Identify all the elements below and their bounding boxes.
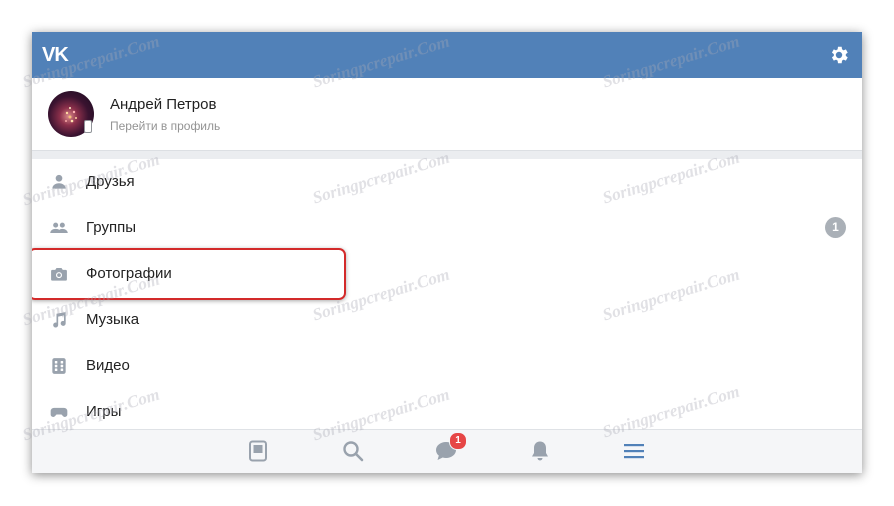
menu-item-label: Видео [86, 357, 130, 374]
vk-logo[interactable]: VK [42, 44, 69, 67]
notification-badge: 1 [449, 432, 467, 450]
menu-item-video[interactable]: Видео [32, 343, 862, 389]
film-icon [52, 358, 66, 374]
bottom-nav: 1 [32, 429, 862, 473]
avatar[interactable] [48, 91, 94, 137]
search-icon[interactable] [340, 438, 366, 464]
menu-item-friends[interactable]: Друзья [32, 159, 862, 205]
menu-item-groups[interactable]: Группы 1 [32, 205, 862, 251]
profile-link[interactable]: Перейти в профиль [110, 119, 220, 133]
camera-icon [51, 268, 67, 281]
music-note-icon [53, 312, 66, 328]
side-menu: Друзья Группы 1 Фотографии Музыка Видео … [32, 159, 862, 429]
messages-tab[interactable]: 1 [433, 432, 467, 464]
bell-icon[interactable] [527, 438, 553, 464]
top-bar: VK [32, 32, 862, 78]
profile-name[interactable]: Андрей Петров [110, 96, 216, 113]
menu-item-label: Группы [86, 219, 136, 236]
profile-row[interactable]: Андрей Петров Перейти в профиль [32, 78, 862, 150]
menu-item-music[interactable]: Музыка [32, 297, 862, 343]
menu-item-label: Фотографии [86, 265, 172, 282]
menu-item-label: Музыка [86, 311, 140, 328]
app-window: VK Андрей Петров Перейти в профиль Друзь… [32, 32, 862, 473]
counter-badge: 1 [825, 217, 846, 238]
mobile-icon [84, 120, 92, 133]
menu-item-label: Друзья [86, 173, 135, 190]
news-icon[interactable] [245, 438, 271, 464]
menu-item-label: Игры [86, 403, 122, 420]
menu-item-photos[interactable]: Фотографии [32, 248, 862, 300]
highlight-frame [32, 248, 346, 300]
gamepad-icon [50, 407, 68, 417]
person-icon [52, 174, 66, 189]
menu-icon[interactable] [621, 438, 647, 464]
gear-icon[interactable] [828, 44, 850, 66]
divider [32, 150, 862, 159]
people-icon [50, 222, 68, 233]
